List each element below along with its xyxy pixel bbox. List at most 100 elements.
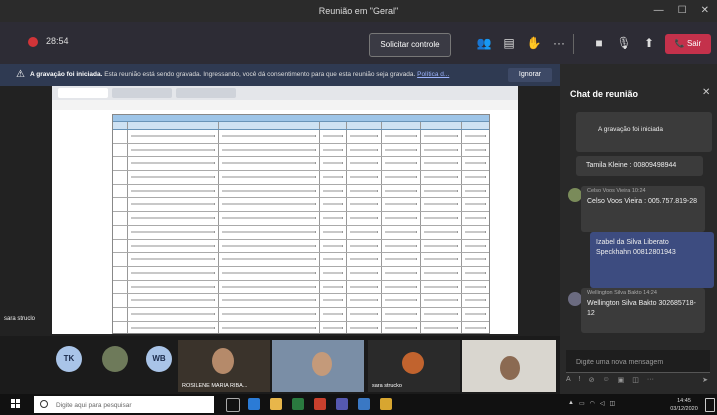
spreadsheet-header-row (113, 122, 489, 130)
spreadsheet-row (113, 280, 489, 295)
chat-message-meta: Celso Voos Vieira 10:24 (587, 188, 646, 194)
microphone-icon[interactable]: 🎙 (615, 34, 633, 52)
warning-icon: ⚠ (16, 69, 25, 80)
window-title-bar: Reunião em "Geral" — ☐ ✕ (0, 0, 717, 22)
clock-date: 03/12/2020 (670, 406, 698, 412)
recording-indicator-icon (28, 37, 38, 47)
sticker-icon[interactable]: ◫ (632, 376, 639, 388)
chat-message-text: A gravação foi iniciada (598, 126, 664, 133)
format-icon[interactable]: A (566, 376, 571, 388)
teams-icon[interactable] (336, 398, 348, 410)
battery-icon[interactable]: ▭ (579, 400, 585, 410)
leave-button[interactable]: 📞 Sair (665, 34, 711, 54)
spreadsheet-row (113, 130, 489, 144)
participant-name: sara strucko (372, 383, 402, 389)
more-compose-icon[interactable]: ··· (647, 376, 654, 388)
windows-start-icon[interactable] (11, 399, 21, 409)
participant-avatar-photo (402, 352, 424, 374)
spreadsheet-row (113, 143, 489, 158)
meeting-timer: 28:54 (46, 36, 69, 46)
chat-message-text: Izabel da Silva Liberato Speckhahn 00812… (596, 239, 676, 256)
chat-message-text: Tamila Kleine : 00809498944 (586, 162, 677, 169)
send-icon[interactable]: ➤ (702, 376, 708, 388)
chat-message: Wellington Silva Bakto 14:24 Wellington … (581, 288, 705, 333)
presenter-label: sara struclo (4, 316, 36, 322)
browser-tab-bar (52, 86, 518, 100)
wifi-icon[interactable]: ◠ (590, 400, 595, 410)
participant-face (312, 352, 332, 376)
emoji-icon[interactable]: ☺ (603, 376, 610, 388)
avatar (568, 188, 582, 202)
share-screen-icon[interactable]: ⬆ (640, 34, 658, 52)
close-chat-icon[interactable]: ✕ (702, 87, 710, 98)
participant-face (500, 356, 520, 380)
taskbar-search (34, 396, 214, 413)
camera-icon[interactable]: ■ (590, 34, 608, 52)
shared-document (52, 86, 518, 334)
chat-message-meta: Wellington Silva Bakto 14:24 (587, 290, 657, 296)
chrome-icon[interactable] (292, 398, 304, 410)
cortana-icon (40, 400, 48, 408)
participant-avatar-photo[interactable] (102, 346, 128, 372)
minimize-icon[interactable]: — (654, 5, 664, 16)
network-icon[interactable]: ▲ (568, 400, 574, 410)
spreadsheet (112, 114, 490, 334)
spreadsheet-row (113, 294, 489, 308)
recording-notice-title: A gravação foi iniciada. (30, 71, 103, 78)
clock-time: 14:45 (677, 398, 691, 404)
spreadsheet-row (113, 171, 489, 185)
important-icon[interactable]: ! (579, 376, 581, 388)
taskbar-clock[interactable]: 14:45 03/12/2020 (666, 397, 702, 413)
raise-hand-icon[interactable]: ✋ (525, 34, 543, 52)
chat-message-text: Celso Voos Vieira : 005.757.819-28 (587, 198, 698, 205)
edge-icon[interactable] (248, 398, 260, 410)
sheet-toolbar (52, 100, 518, 110)
spreadsheet-row (113, 184, 489, 199)
participant-avatar[interactable]: TK (56, 346, 82, 372)
volume-icon[interactable]: ◁ (600, 400, 605, 410)
spreadsheet-row (113, 225, 489, 240)
chat-compose-box (566, 350, 710, 373)
participant-video[interactable] (462, 340, 556, 392)
policy-link[interactable]: Política d... (417, 71, 449, 78)
maximize-icon[interactable]: ☐ (678, 5, 687, 16)
participant-tile[interactable]: sara strucko (368, 340, 460, 392)
spreadsheet-row (113, 253, 489, 267)
language-icon[interactable]: ◫ (610, 400, 616, 410)
task-view-icon[interactable] (226, 398, 240, 412)
more-options-icon[interactable]: ··· (550, 34, 568, 52)
gif-icon[interactable]: ▣ (618, 376, 625, 388)
folder-icon[interactable] (380, 398, 392, 410)
participant-video[interactable]: ROSILENE MARIA RIBA... (178, 340, 270, 392)
chat-icon[interactable]: ▤ (500, 34, 518, 52)
participant-video[interactable] (272, 340, 364, 392)
taskbar-search-input[interactable] (54, 398, 208, 413)
meeting-chat-panel: Chat de reunião ✕ A gravação foi iniciad… (560, 64, 717, 394)
close-window-icon[interactable]: ✕ (701, 5, 709, 16)
office-icon[interactable] (314, 398, 326, 410)
attach-icon[interactable]: ⊘ (589, 376, 595, 388)
word-icon[interactable] (358, 398, 370, 410)
ignore-button[interactable]: Ignorar (508, 68, 552, 82)
shared-screen-stage: sara struclo (0, 86, 560, 336)
notifications-icon[interactable] (705, 398, 715, 412)
window-title: Reunião em "Geral" (318, 6, 399, 16)
spreadsheet-row (113, 321, 489, 333)
request-control-button[interactable]: Solicitar controle (369, 33, 451, 57)
taskbar: ▲ ▭ ◠ ◁ ◫ 14:45 03/12/2020 (0, 394, 717, 415)
participants-icon[interactable]: 👥 (475, 34, 493, 52)
avatar (568, 292, 582, 306)
file-explorer-icon[interactable] (270, 398, 282, 410)
spreadsheet-row (113, 198, 489, 213)
recording-notice-banner: ⚠ A gravação foi iniciada. Esta reunião … (0, 64, 560, 86)
recording-notice-text: A gravação foi iniciada. Esta reunião es… (30, 71, 500, 78)
participant-avatar[interactable]: WB (146, 346, 172, 372)
chat-message: Celso Voos Vieira 10:24 Celso Voos Vieir… (581, 186, 705, 232)
spreadsheet-row (113, 266, 489, 281)
recording-notice-message: Esta reunião está sendo gravada. Ingress… (104, 71, 416, 78)
participant-face (212, 348, 234, 374)
toolbar-divider (573, 34, 574, 54)
system-tray: ▲ ▭ ◠ ◁ ◫ (568, 400, 662, 410)
chat-message-input[interactable] (574, 355, 706, 369)
spreadsheet-row (113, 157, 489, 172)
